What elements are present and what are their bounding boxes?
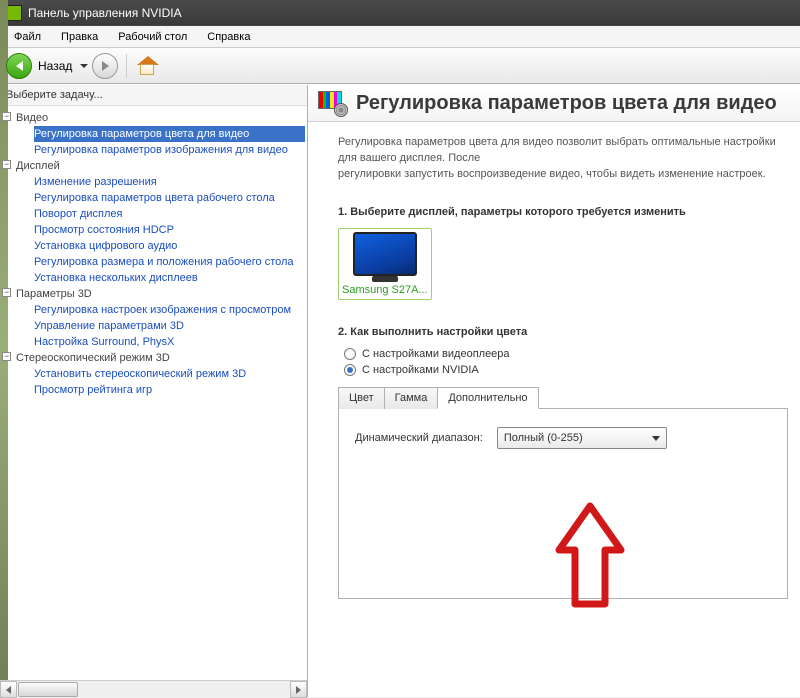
- content-pane: Регулировка параметров цвета для видео Р…: [308, 85, 800, 697]
- category-video[interactable]: Видео: [16, 110, 305, 126]
- chevron-down-icon: [652, 436, 660, 441]
- item-size-position[interactable]: Регулировка размера и положения рабочего…: [34, 254, 305, 270]
- expander-stereo[interactable]: −: [2, 352, 11, 361]
- sidebar-heading: Выберите задачу...: [0, 85, 307, 106]
- toolbar: Назад: [0, 48, 800, 84]
- arrow-left-icon: [16, 61, 23, 71]
- tab-color[interactable]: Цвет: [338, 387, 385, 409]
- step1-label: 1. Выберите дисплей, параметры которого …: [338, 206, 788, 218]
- expander-video[interactable]: −: [2, 112, 11, 121]
- item-surround-physx[interactable]: Настройка Surround, PhysX: [34, 334, 305, 350]
- arrow-right-icon: [102, 61, 109, 71]
- toolbar-separator: [126, 54, 127, 78]
- display-thumbnail[interactable]: Samsung S27A...: [338, 228, 432, 300]
- scroll-right-button[interactable]: [290, 681, 307, 698]
- dynamic-range-combo[interactable]: Полный (0-255): [497, 427, 667, 449]
- back-label: Назад: [38, 59, 72, 73]
- item-digital-audio[interactable]: Установка цифрового аудио: [34, 238, 305, 254]
- task-tree: − Видео Регулировка параметров цвета для…: [0, 106, 307, 680]
- tab-gamma[interactable]: Гамма: [384, 387, 439, 409]
- menu-desktop[interactable]: Рабочий стол: [110, 29, 195, 45]
- expander-display[interactable]: −: [2, 160, 11, 169]
- menu-help[interactable]: Справка: [199, 29, 258, 45]
- page-header: Регулировка параметров цвета для видео: [308, 85, 800, 122]
- expander-3d[interactable]: −: [2, 288, 11, 297]
- item-video-color[interactable]: Регулировка параметров цвета для видео: [34, 126, 305, 142]
- page-title: Регулировка параметров цвета для видео: [356, 92, 777, 115]
- home-button[interactable]: [137, 56, 159, 76]
- nvidia-icon: [6, 5, 22, 21]
- item-hdcp[interactable]: Просмотр состояния HDCP: [34, 222, 305, 238]
- menu-edit[interactable]: Правка: [53, 29, 106, 45]
- scroll-thumb[interactable]: [18, 682, 78, 697]
- item-video-image[interactable]: Регулировка параметров изображения для в…: [34, 142, 305, 158]
- item-setup-stereo[interactable]: Установить стереоскопический режим 3D: [34, 366, 305, 382]
- task-sidebar: Выберите задачу... − Видео Регулировка п…: [0, 85, 308, 697]
- radio-player-settings[interactable]: [344, 348, 356, 360]
- menu-file[interactable]: Файл: [6, 29, 49, 45]
- item-game-rating[interactable]: Просмотр рейтинга игр: [34, 382, 305, 398]
- item-desktop-color[interactable]: Регулировка параметров цвета рабочего ст…: [34, 190, 305, 206]
- item-resolution[interactable]: Изменение разрешения: [34, 174, 305, 190]
- history-dropdown-caret[interactable]: [80, 64, 88, 68]
- window-title: Панель управления NVIDIA: [28, 6, 182, 20]
- back-button[interactable]: [6, 53, 32, 79]
- category-3d[interactable]: Параметры 3D: [16, 286, 305, 302]
- item-multiple-displays[interactable]: Установка нескольких дисплеев: [34, 270, 305, 286]
- tab-advanced[interactable]: Дополнительно: [437, 387, 538, 409]
- category-stereo[interactable]: Стереоскопический режим 3D: [16, 350, 305, 366]
- dynamic-range-value: Полный (0-255): [504, 432, 583, 444]
- radio-nvidia-settings[interactable]: [344, 364, 356, 376]
- radio-player-label: С настройками видеоплеера: [362, 348, 510, 360]
- menu-bar: Файл Правка Рабочий стол Справка: [0, 26, 800, 48]
- forward-button[interactable]: [92, 53, 118, 79]
- step2-label: 2. Как выполнить настройки цвета: [338, 326, 788, 338]
- dynamic-range-label: Динамический диапазон:: [355, 432, 483, 444]
- display-name: Samsung S27A...: [342, 284, 428, 296]
- item-manage-3d[interactable]: Управление параметрами 3D: [34, 318, 305, 334]
- sidebar-horizontal-scrollbar[interactable]: [0, 680, 307, 697]
- item-image-preview[interactable]: Регулировка настроек изображения с просм…: [34, 302, 305, 318]
- scroll-left-button[interactable]: [0, 681, 17, 698]
- tab-panel-advanced: Динамический диапазон: Полный (0-255): [338, 409, 788, 599]
- radio-nvidia-label: С настройками NVIDIA: [362, 364, 479, 376]
- home-body-icon: [140, 64, 154, 75]
- tab-bar: Цвет Гамма Дополнительно: [338, 386, 788, 409]
- page-description: Регулировка параметров цвета для видео п…: [338, 134, 788, 182]
- category-display[interactable]: Дисплей: [16, 158, 305, 174]
- monitor-icon: [353, 232, 417, 276]
- window-titlebar: Панель управления NVIDIA: [0, 0, 800, 26]
- item-rotate[interactable]: Поворот дисплея: [34, 206, 305, 222]
- video-color-icon: [318, 91, 346, 115]
